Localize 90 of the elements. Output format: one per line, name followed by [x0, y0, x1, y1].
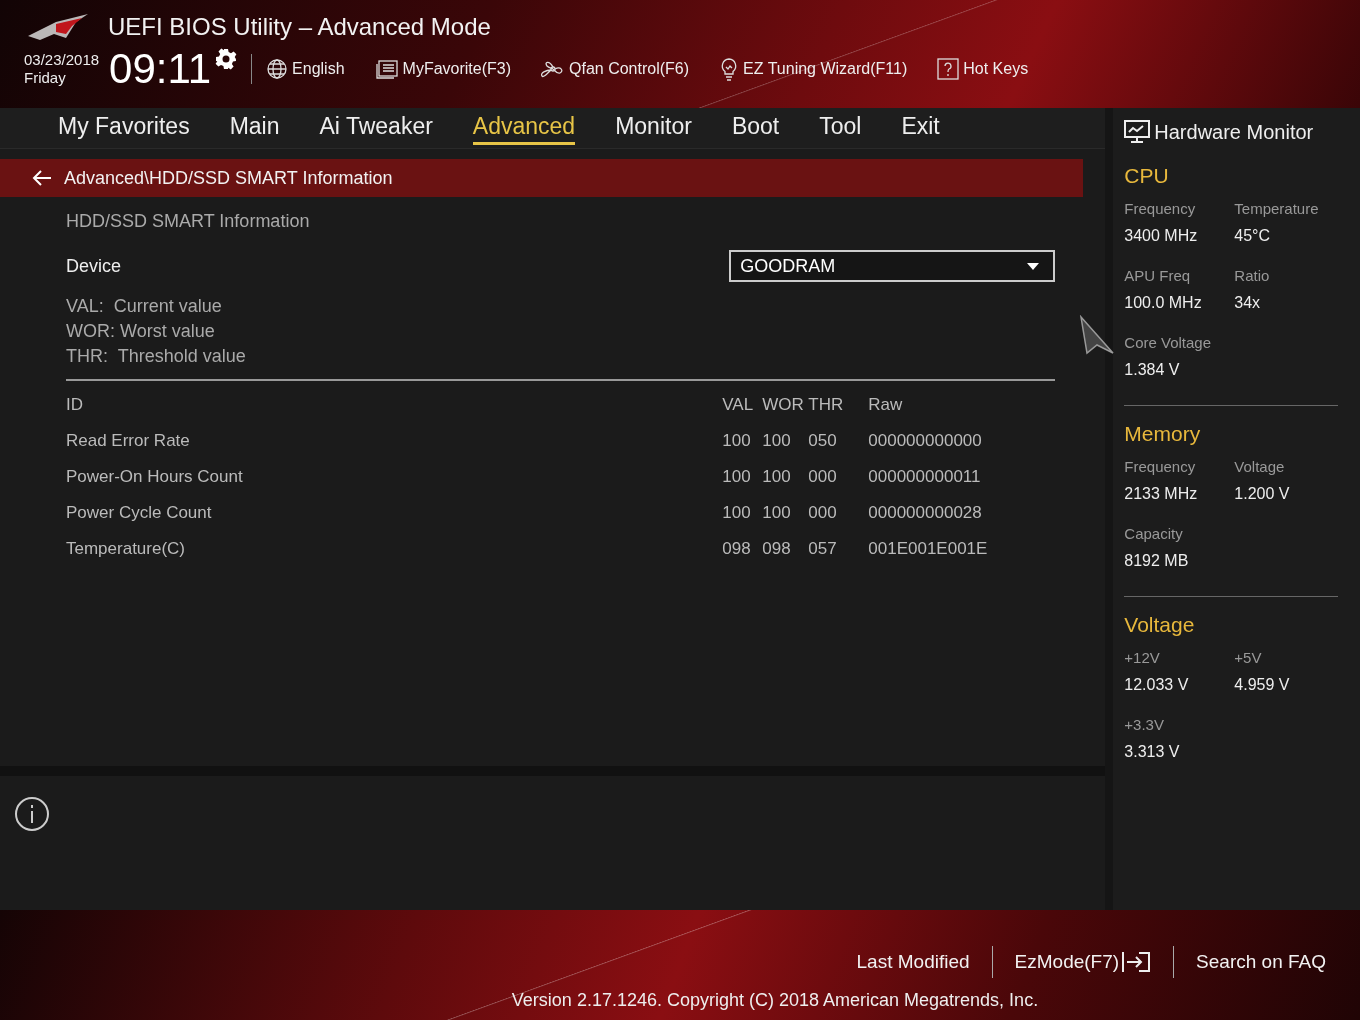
legend-text: WOR: Worst value: [66, 321, 216, 342]
table-cell-text: 000000000000: [868, 431, 983, 451]
column-header: Raw: [868, 395, 904, 415]
version-text: Version 2.17.1246. Copyright (C) 2018 American Megatrends, Inc.: [511, 990, 1039, 1011]
menu-tab[interactable]: Boot: [731, 111, 780, 145]
table-cell-text: Power Cycle Count: [66, 503, 213, 523]
table-cell-text: 000: [808, 467, 838, 487]
table-cell-text: 100: [722, 503, 752, 523]
metric-value: 1.200 V: [1234, 485, 1291, 503]
metric-value: 3400 MHz: [1124, 227, 1199, 245]
column-header: THR: [808, 395, 845, 415]
metric-label: Voltage: [1234, 458, 1286, 475]
toolbar-button[interactable]: MyFavorite(F3): [374, 59, 511, 79]
metric-value: 12.033 V: [1124, 676, 1190, 694]
metric-label: APU Freq: [1124, 267, 1192, 284]
toolbar-button[interactable]: Qfan Control(F6): [541, 58, 690, 80]
cursor-icon: [1079, 315, 1115, 355]
footer-link[interactable]: Last Modified: [834, 951, 992, 973]
metric-value: 100.0 MHz: [1124, 294, 1203, 312]
back-icon[interactable]: [32, 170, 52, 186]
legend-text: VAL: Current value: [66, 296, 223, 317]
metric-label: +5V: [1234, 649, 1263, 666]
metric-value: 45°C: [1234, 227, 1272, 245]
column-header: VAL: [722, 395, 755, 415]
table-cell-text: 000000000028: [868, 503, 983, 523]
metric-label: Ratio: [1234, 267, 1271, 284]
day-text: Friday: [24, 69, 67, 87]
column-header: WOR: [762, 395, 805, 415]
menu-tab[interactable]: Main: [229, 111, 280, 145]
toolbar-button[interactable]: Hot Keys: [937, 58, 1029, 80]
settings-icon[interactable]: [215, 48, 238, 70]
section-heading: Memory: [1124, 422, 1202, 446]
table-cell-text: 098: [722, 539, 752, 559]
monitor-icon: [1124, 120, 1151, 144]
metric-label: Core Voltage: [1124, 334, 1213, 351]
section-heading: Voltage: [1124, 613, 1196, 637]
metric-label: Capacity: [1124, 525, 1184, 542]
globe-icon: [266, 58, 289, 80]
device-dropdown[interactable]: GOODRAM: [729, 250, 1056, 282]
section-title: HDD/SSD SMART Information: [66, 211, 311, 232]
metric-value: 34x: [1234, 294, 1262, 312]
table-cell-text: 098: [762, 539, 792, 559]
help-icon: [937, 58, 960, 80]
table-cell-text: 050: [808, 431, 838, 451]
table-cell-text: Temperature(C): [66, 539, 187, 559]
table-cell-text: 100: [722, 431, 752, 451]
app-title: UEFI BIOS Utility – Advanced Mode: [108, 13, 491, 41]
menu-tab[interactable]: Monitor: [615, 111, 692, 145]
table-cell-text: 057: [808, 539, 838, 559]
list-icon: [374, 59, 399, 79]
metric-label: Frequency: [1124, 458, 1197, 475]
metric-label: +3.3V: [1124, 716, 1165, 733]
table-cell-text: Read Error Rate: [66, 431, 191, 451]
date-text: 03/23/2018: [24, 51, 100, 69]
table-cell-text: 001E001E001E: [868, 539, 989, 559]
metric-label: +12V: [1124, 649, 1161, 666]
toolbar-button[interactable]: EZ Tuning Wizard(F11): [719, 57, 908, 81]
table-cell-text: 100: [762, 467, 792, 487]
caret-icon: [1027, 262, 1040, 270]
menu-tab[interactable]: Tool: [819, 111, 862, 145]
menu-tab[interactable]: Exit: [901, 111, 940, 145]
menu-tab[interactable]: My Favorites: [58, 111, 190, 145]
exit-icon: [1121, 951, 1152, 973]
metric-value: 3.313 V: [1124, 743, 1181, 761]
table-cell-text: 100: [722, 467, 752, 487]
footer-link[interactable]: EzMode(F7): [992, 951, 1174, 973]
table-cell-text: 000: [808, 503, 838, 523]
breadcrumb-path: Advanced\HDD/SSD SMART Information: [64, 167, 393, 189]
table-cell-text: Power-On Hours Count: [66, 467, 244, 487]
panel-title: Hardware Monitor: [1154, 120, 1314, 144]
clock-time: 09:11: [109, 48, 212, 90]
table-cell-text: 000000000011: [868, 467, 982, 487]
info-icon: [14, 796, 50, 832]
table-cell-text: 100: [762, 431, 792, 451]
metric-value: 8192 MB: [1124, 552, 1190, 570]
section-heading: CPU: [1124, 164, 1170, 188]
legend-text: THR: Threshold value: [66, 346, 247, 367]
column-header: ID: [66, 395, 84, 415]
toolbar-button[interactable]: English: [266, 58, 345, 80]
metric-value: 4.959 V: [1234, 676, 1291, 694]
metric-value: 1.384 V: [1124, 361, 1181, 379]
footer-link[interactable]: Search on FAQ: [1174, 951, 1348, 973]
logo-icon: [26, 12, 90, 42]
metric-label: Temperature: [1234, 200, 1320, 217]
menu-tab[interactable]: Ai Tweaker: [319, 111, 433, 145]
metric-label: Frequency: [1124, 200, 1197, 217]
menu-tab[interactable]: Advanced: [472, 111, 576, 145]
metric-value: 2133 MHz: [1124, 485, 1199, 503]
device-label: Device: [66, 255, 122, 277]
table-cell-text: 100: [762, 503, 792, 523]
